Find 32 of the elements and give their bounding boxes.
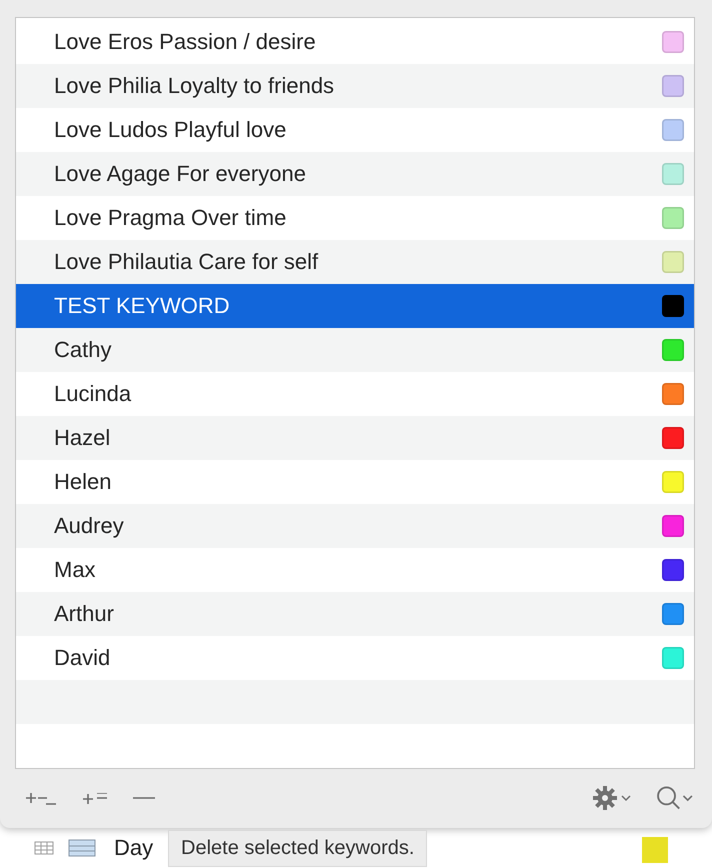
keyword-row[interactable]: Hazel — [16, 416, 694, 460]
color-swatch[interactable] — [662, 515, 684, 537]
gear-icon — [591, 785, 631, 811]
color-swatch[interactable] — [662, 339, 684, 361]
color-swatch[interactable] — [662, 427, 684, 449]
keyword-row[interactable]: Love Philia Loyalty to friends — [16, 64, 694, 108]
color-swatch[interactable] — [662, 559, 684, 581]
tooltip: Delete selected keywords. — [168, 830, 428, 867]
color-swatch[interactable] — [662, 295, 684, 317]
table-icon — [34, 841, 54, 855]
keyword-row[interactable]: Arthur — [16, 592, 694, 636]
search-icon — [657, 786, 693, 810]
document-icon — [68, 839, 96, 857]
color-swatch[interactable] — [662, 119, 684, 141]
keyword-row[interactable]: Cathy — [16, 328, 694, 372]
plus-minus-icon — [25, 792, 57, 804]
keyword-row[interactable]: Audrey — [16, 504, 694, 548]
keyword-row[interactable]: Love Philautia Care for self — [16, 240, 694, 284]
color-swatch[interactable] — [662, 207, 684, 229]
plus-lines-icon — [83, 792, 107, 804]
color-swatch[interactable] — [662, 471, 684, 493]
color-swatch[interactable] — [662, 251, 684, 273]
keyword-row[interactable]: Love Agage For everyone — [16, 152, 694, 196]
color-swatch[interactable] — [662, 75, 684, 97]
color-swatch[interactable] — [662, 383, 684, 405]
color-swatch[interactable] — [662, 31, 684, 53]
color-swatch[interactable] — [662, 603, 684, 625]
minus-icon — [133, 797, 155, 799]
row-title: Day — [114, 835, 154, 861]
color-swatch[interactable] — [662, 163, 684, 185]
keyword-row[interactable]: TEST KEYWORD — [16, 284, 694, 328]
color-swatch[interactable] — [662, 647, 684, 669]
